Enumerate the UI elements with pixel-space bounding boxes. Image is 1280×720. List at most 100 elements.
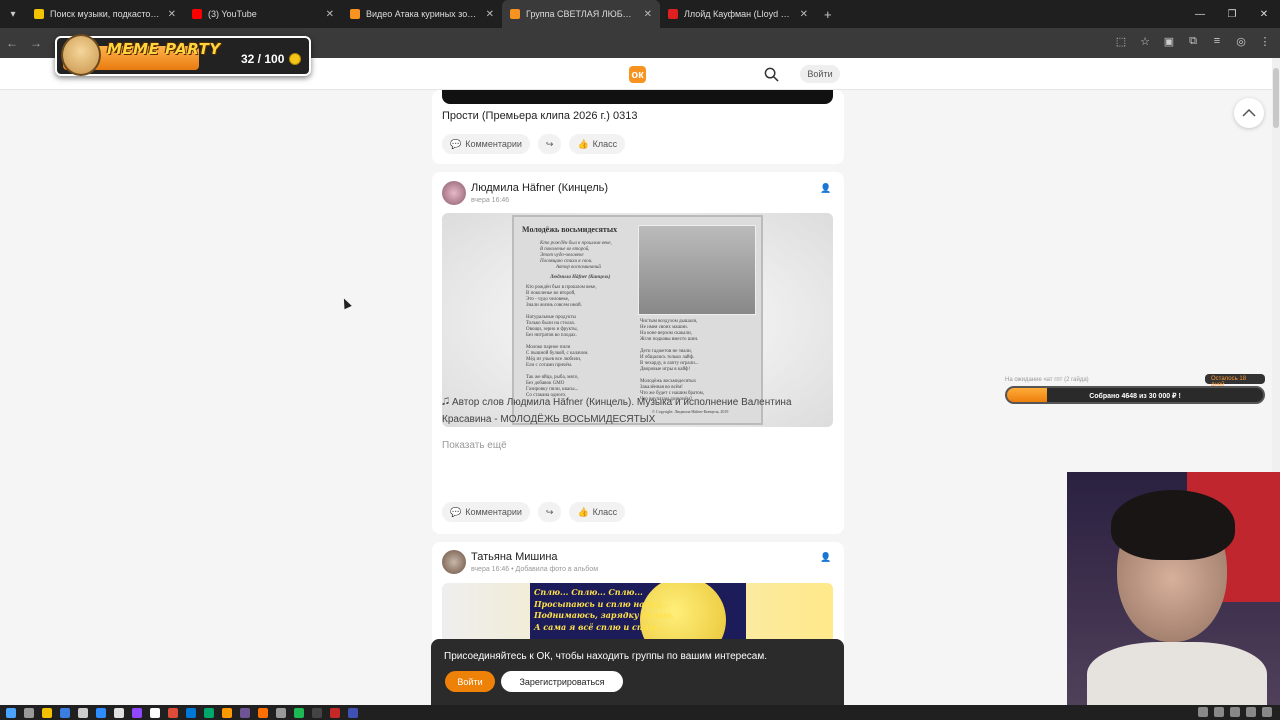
translate-icon[interactable]: ▣ <box>1162 34 1176 48</box>
restore-icon[interactable]: ❐ <box>1216 0 1248 28</box>
winter-photo <box>638 225 756 315</box>
register-button[interactable]: Зарегистрироваться <box>501 671 623 692</box>
extensions-icon[interactable]: ⧉ <box>1186 34 1200 48</box>
comments-label: Комментарии <box>465 507 522 517</box>
back-button[interactable]: ← <box>0 36 24 50</box>
browser-tabbar: ▾ Поиск музыки, подкастов и аудио ✕ (3) … <box>0 0 1280 28</box>
tray-icon[interactable] <box>1198 707 1208 717</box>
avatar[interactable] <box>442 181 466 205</box>
tray-icon[interactable] <box>1246 707 1256 717</box>
media-icon[interactable]: ≡ <box>1210 34 1224 48</box>
poem-line: А сама я всё сплю и сплю... <box>534 621 665 632</box>
poem-line: Жгли подковы вместо шин. <box>640 337 699 342</box>
tab-music[interactable]: Поиск музыки, подкастов и аудио ✕ <box>26 0 184 28</box>
login-button[interactable]: Войти <box>800 65 840 83</box>
close-icon[interactable]: ✕ <box>326 9 334 20</box>
taskbar-app-icon[interactable] <box>258 707 268 718</box>
youtube-favicon-icon <box>192 9 202 19</box>
taskbar-app-icon[interactable] <box>168 707 178 718</box>
taskbar-app-icon[interactable] <box>186 707 196 718</box>
taskbar-app-icon[interactable] <box>96 707 106 718</box>
taskbar-app-icon[interactable] <box>132 707 142 718</box>
minimize-icon[interactable]: — <box>1184 0 1216 28</box>
tab-search-icon[interactable]: ▾ <box>0 0 26 28</box>
poem-intro: Кто рождён был в прошлом веке, В поколен… <box>540 241 612 271</box>
comments-label: Комментарии <box>465 139 522 149</box>
bookmark-star-icon[interactable]: ☆ <box>1138 34 1152 48</box>
banner-text: Присоединяйтесь к ОК, чтобы находить гру… <box>444 651 768 662</box>
taskbar-app-icon[interactable] <box>276 707 286 718</box>
new-tab-button[interactable]: + <box>816 7 840 22</box>
taskbar-app-icon[interactable] <box>150 707 160 718</box>
taskbar-app-icon[interactable] <box>312 707 322 718</box>
close-icon[interactable]: ✕ <box>800 9 808 20</box>
scrollbar-thumb[interactable] <box>1273 68 1279 128</box>
tab-kaufman[interactable]: Ллойд Кауфман (Lloyd Kaufman) ✕ <box>660 0 816 28</box>
taskbar-app-icon[interactable] <box>330 707 340 718</box>
avatar[interactable] <box>442 550 466 574</box>
mouse-cursor-icon <box>340 296 352 310</box>
tab-video[interactable]: Видео Атака куриных зомби 2 ✕ <box>342 0 502 28</box>
streamer-body <box>1087 642 1267 705</box>
music-favicon-icon <box>34 9 44 19</box>
thumbs-up-icon: 👍 <box>577 138 589 149</box>
comments-button[interactable]: 💬 Комментарии <box>442 502 530 522</box>
taskbar-app-icon[interactable] <box>24 707 34 718</box>
start-icon[interactable] <box>6 707 16 718</box>
tray-icon[interactable] <box>1230 707 1240 717</box>
post-actions: 💬 Комментарии ↪ 👍 Класс <box>442 502 626 522</box>
like-button[interactable]: 👍 Класс <box>569 134 626 154</box>
ok-logo-icon[interactable]: ок <box>629 66 646 83</box>
add-friend-icon[interactable]: 👤 <box>820 183 832 195</box>
taskbar-app-icon[interactable] <box>222 707 232 718</box>
scroll-top-button[interactable] <box>1234 98 1264 128</box>
thumbs-up-icon: 👍 <box>577 506 589 517</box>
profile-icon[interactable]: ◎ <box>1234 34 1248 48</box>
author-name[interactable]: Татьяна Мишина <box>471 551 558 563</box>
forward-button[interactable]: → <box>24 36 48 50</box>
taskbar-app-icon[interactable] <box>204 707 214 718</box>
banner-login-button[interactable]: Войти <box>445 671 495 692</box>
menu-icon[interactable]: ⋮ <box>1258 34 1272 48</box>
taskbar-app-icon[interactable] <box>294 707 304 718</box>
close-icon[interactable]: ✕ <box>644 9 652 20</box>
show-more-link[interactable]: Показать ещё <box>442 440 507 451</box>
taskbar-app-icon[interactable] <box>60 707 70 718</box>
comments-button[interactable]: 💬 Комментарии <box>442 134 530 154</box>
donation-goal-text: На ожидание чат гпт (2 гайда) <box>1005 377 1089 383</box>
share-button[interactable]: ↪ <box>537 502 562 522</box>
close-icon[interactable]: ✕ <box>168 9 176 20</box>
taskbar-app-icon[interactable] <box>114 707 124 718</box>
poem-line: Просыпаюсь и сплю наяву... <box>534 598 670 609</box>
like-button[interactable]: 👍 Класс <box>569 502 626 522</box>
taskbar-app-icon[interactable] <box>240 707 250 718</box>
poem-column-1: Кто рождён был в прошлом веке, В поколень… <box>526 285 596 399</box>
add-friend-icon[interactable]: 👤 <box>820 552 832 564</box>
tab-group[interactable]: Группа СВЕТЛАЯ ЛЮБОВЬ ✕ <box>502 0 660 28</box>
search-icon[interactable] <box>764 67 779 82</box>
taskbar-app-icon[interactable] <box>78 707 88 718</box>
ok-favicon-icon <box>510 9 520 19</box>
author-name[interactable]: Людмила Häfner (Кинцель) <box>471 182 608 194</box>
poem-byline: Людмила Häfner (Кинцель) <box>550 275 611 280</box>
night-sky-image: Сплю... Сплю... Сплю... Просыпаюсь и спл… <box>530 583 746 643</box>
comment-icon: 💬 <box>450 506 462 517</box>
poem-line: Автор воспоминаний <box>556 265 601 270</box>
post-title[interactable]: Прости (Премьера клипа 2026 г.) 0313 <box>442 110 637 122</box>
post-image[interactable]: Сплю... Сплю... Сплю... Просыпаюсь и спл… <box>442 583 833 643</box>
tab-youtube[interactable]: (3) YouTube ✕ <box>184 0 342 28</box>
post-video[interactable] <box>442 90 833 104</box>
taskbar-app-icon[interactable] <box>42 707 52 718</box>
share-button[interactable]: ↪ <box>537 134 562 154</box>
donation-label: Собрано 4648 из 30 000 ₽ ! <box>1089 393 1181 400</box>
tray-icon[interactable] <box>1214 707 1224 717</box>
coin-icon <box>289 53 301 65</box>
donation-progress-bar: Собрано 4648 из 30 000 ₽ ! <box>1005 386 1265 404</box>
site-favicon-icon <box>668 9 678 19</box>
tray-icon[interactable] <box>1262 707 1272 717</box>
close-window-icon[interactable]: ✕ <box>1248 0 1280 28</box>
taskbar-app-icon[interactable] <box>348 707 358 718</box>
install-icon[interactable]: ⬚ <box>1114 34 1128 48</box>
close-icon[interactable]: ✕ <box>486 9 494 20</box>
os-taskbar <box>0 705 1280 720</box>
